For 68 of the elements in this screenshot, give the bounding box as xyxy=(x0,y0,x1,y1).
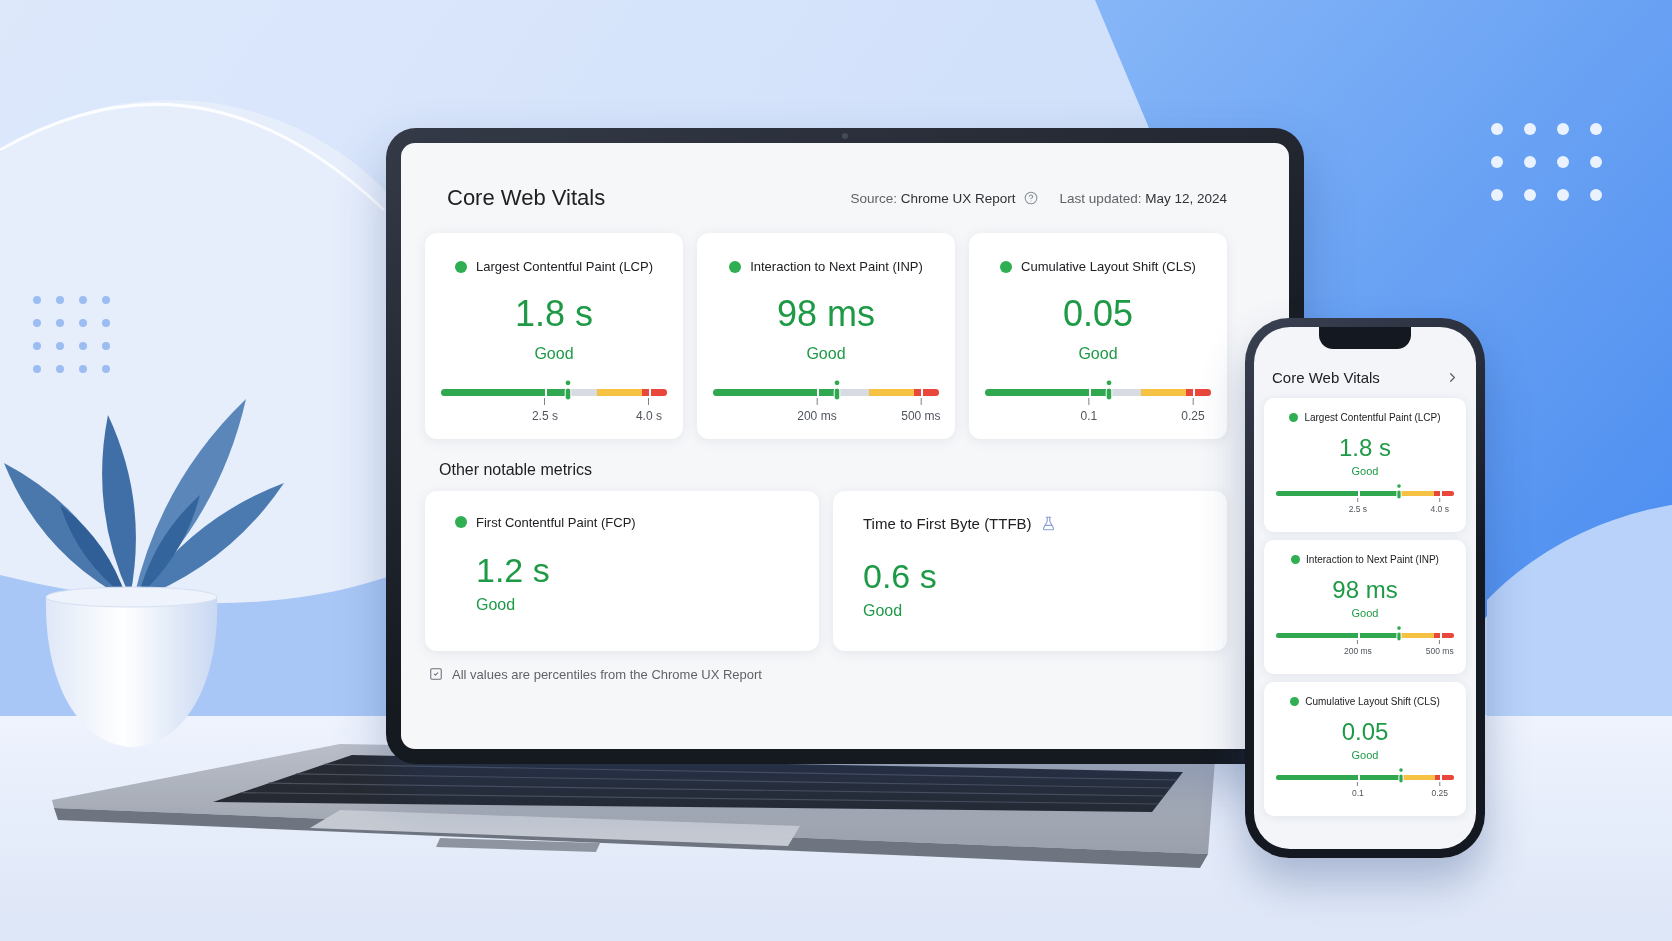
tick-label: 500 ms xyxy=(901,397,941,423)
tick-label: 0.25 xyxy=(1181,397,1205,423)
metric-value: 1.8 s xyxy=(514,294,593,334)
metric-name: Time to First Byte (TTFB) xyxy=(863,514,1032,532)
poor-segment xyxy=(1435,774,1454,780)
rating-label: Good xyxy=(534,343,574,363)
page-title: Core Web Vitals xyxy=(447,185,606,211)
metric-value: 1.2 s xyxy=(476,551,550,590)
tick-label: 0.1 xyxy=(1080,397,1098,423)
marker-icon xyxy=(1397,768,1404,784)
source-text: Source: Chrome UX Report xyxy=(850,190,1016,206)
status-dot xyxy=(1291,555,1301,564)
metric-value: 1.8 s xyxy=(1339,435,1391,462)
status-dot xyxy=(454,260,467,273)
status-dot xyxy=(1000,260,1013,273)
metric-name: First Contentful Paint (FCP) xyxy=(476,514,636,530)
footnote: All values are percentiles from the Chrome UX Report xyxy=(452,666,762,682)
tick-label: 0.1 xyxy=(1351,781,1364,798)
metric-name: Interaction to Next Paint (INP) xyxy=(1306,554,1439,565)
rating-label: Good xyxy=(1351,607,1379,621)
tick-label: 2.5 s xyxy=(1348,497,1368,514)
tick-label: 200 ms xyxy=(797,397,837,423)
rating-label: Good xyxy=(476,595,516,615)
metric-value: 0.05 xyxy=(1062,294,1134,334)
metric-name: Largest Contentful Paint (LCP) xyxy=(475,259,653,274)
section-heading: Other notable metrics xyxy=(438,460,593,479)
rating-label: Good xyxy=(863,601,903,621)
tick-label: 200 ms xyxy=(1343,639,1372,656)
rating-label: Good xyxy=(806,343,846,363)
last-updated-text: Last updated: May 12, 2024 xyxy=(1059,190,1227,206)
tick-label: 2.5 s xyxy=(531,397,558,423)
tick-label: 4.0 s xyxy=(1430,497,1449,514)
metric-name: Interaction to Next Paint (INP) xyxy=(750,259,923,274)
rating-label: Good xyxy=(1351,749,1379,763)
needs-improvement-segment xyxy=(868,388,915,396)
poor-segment xyxy=(1434,632,1454,638)
metric-value: 98 ms xyxy=(776,294,875,334)
tick-label: 500 ms xyxy=(1425,639,1454,656)
metric-value: 98 ms xyxy=(1332,577,1398,604)
metric-name: Cumulative Layout Shift (CLS) xyxy=(1305,696,1440,707)
page-title: Core Web Vitals xyxy=(1272,369,1380,386)
marker-icon xyxy=(1395,484,1402,500)
flask-icon xyxy=(1040,515,1056,531)
metric-name: Largest Contentful Paint (LCP) xyxy=(1304,412,1441,423)
rating-label: Good xyxy=(1078,343,1118,363)
status-dot xyxy=(455,516,467,529)
poor-segment xyxy=(1186,388,1211,396)
tick-label: 0.25 xyxy=(1431,781,1448,798)
metric-name: Cumulative Layout Shift (CLS) xyxy=(1021,259,1196,274)
marker-icon xyxy=(833,380,842,401)
marker-icon xyxy=(1395,626,1402,642)
status-dot xyxy=(1289,413,1299,422)
status-dot xyxy=(729,260,742,273)
marker-icon xyxy=(1105,380,1114,401)
metric-value: 0.6 s xyxy=(863,557,937,596)
rating-label: Good xyxy=(1351,465,1379,479)
tick-label: 4.0 s xyxy=(635,397,662,423)
camera-icon xyxy=(842,133,848,139)
needs-improvement-segment xyxy=(596,388,643,396)
metric-value: 0.05 xyxy=(1341,719,1389,746)
needs-improvement-segment xyxy=(1140,388,1187,396)
poor-segment xyxy=(914,388,939,396)
status-dot xyxy=(1290,697,1300,706)
marker-icon xyxy=(563,380,572,401)
poor-segment xyxy=(642,388,667,396)
poor-segment xyxy=(1434,490,1454,496)
help-icon[interactable] xyxy=(1023,191,1038,205)
check-square-icon xyxy=(429,667,443,682)
